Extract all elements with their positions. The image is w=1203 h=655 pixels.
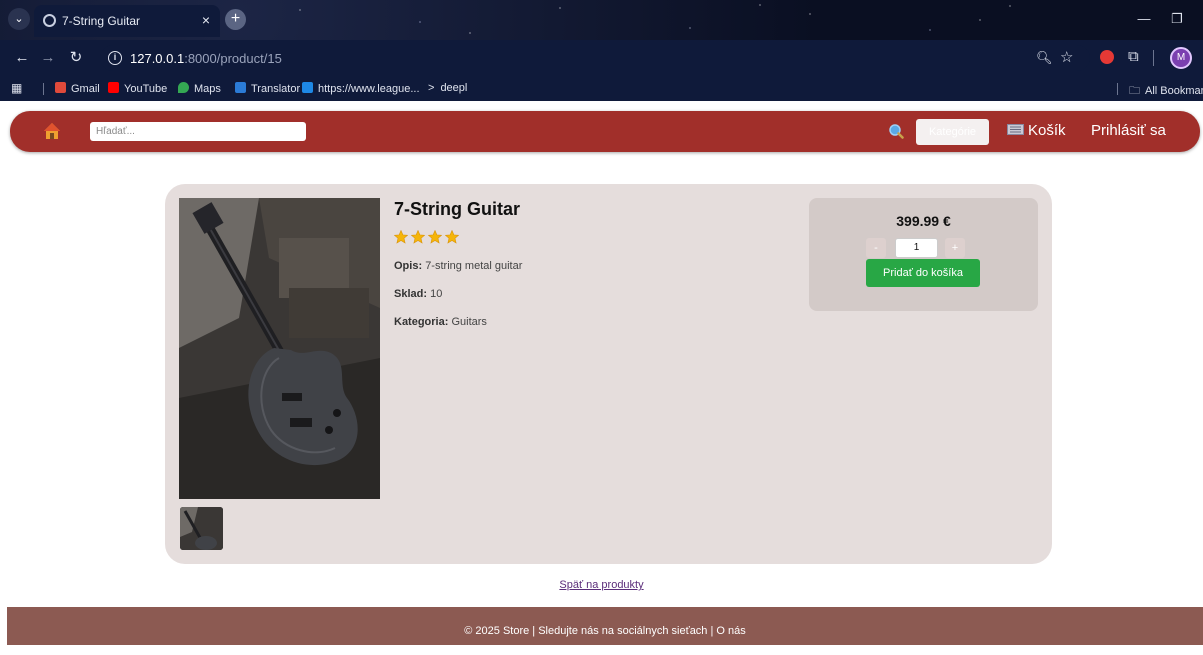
product-description: Opis: 7-string metal guitar [394,260,522,272]
add-to-cart-button[interactable]: Pridať do košíka [866,259,980,287]
product-stock: Sklad: 10 [394,288,442,300]
maps-pin-icon [178,82,189,93]
cart-link[interactable]: Košík [1007,122,1066,139]
quantity-input[interactable]: 1 [895,238,938,258]
bookmark-maps-label: Maps [194,83,221,95]
apps-grid-icon[interactable]: ▦ [11,81,22,95]
all-bookmarks-button[interactable]: 🗀 All Bookmar [1129,82,1203,101]
product-title: 7-String Guitar [394,199,521,219]
cart-label: Košík [1028,122,1066,139]
bookmark-translator[interactable]: Translator [235,82,300,95]
back-arrow-icon[interactable]: ← [12,48,32,68]
bookmark-deepl-label: deepl [440,82,468,94]
url-path: :8000/product/15 [184,51,282,66]
bookmark-deepl[interactable]: > deepl [428,82,467,94]
search-icon[interactable] [888,123,904,139]
description-label: Opis: [394,260,423,272]
bookmark-youtube-label: YouTube [124,83,168,95]
quantity-decrease-button[interactable]: - [866,238,886,258]
product-card: 7-String Guitar Opis: 7-string metal gui… [165,184,1052,564]
product-price: 399.99 € [896,213,951,229]
browser-chrome: ⌄ 7-String Guitar × + — ❐ ← → ↻ i 127.0.… [0,0,1203,101]
category-dropdown[interactable]: Kategórie [916,119,989,145]
bookmark-league-label: https://www.league... [318,83,420,95]
star-icon [394,230,408,244]
bookmark-gmail-label: Gmail [71,83,100,95]
window-restore-button[interactable]: ❐ [1163,6,1191,32]
window-minimize-button[interactable]: — [1130,6,1158,32]
back-to-products-label[interactable]: Späť na produkty [559,579,643,591]
reload-icon[interactable]: ↻ [66,48,86,68]
address-bar: ← → ↻ i 127.0.0.1:8000/product/15 🔍︎ ☆ ⧉… [0,40,1203,76]
forward-arrow-icon[interactable]: → [38,48,58,68]
bookmarks-bar: ▦ Gmail YouTube Maps Translator https://… [0,76,1203,101]
extension-icon[interactable] [1100,50,1114,64]
folder-icon: 🗀 [1129,85,1140,97]
stock-label: Sklad: [394,288,428,300]
product-main-image[interactable] [179,198,380,499]
site-header: Kategórie Košík Prihlásiť sa [10,111,1200,152]
url-field[interactable]: i 127.0.0.1:8000/product/15 [100,45,1090,71]
product-thumbnail[interactable] [180,507,223,550]
category-value: Guitars [451,316,487,328]
url-host: 127.0.0.1 [130,51,185,66]
bookmark-youtube[interactable]: YouTube [108,82,167,95]
quantity-increase-button[interactable]: + [945,238,965,258]
site-info-icon[interactable]: i [108,51,122,65]
tab-strip: ⌄ 7-String Guitar × + — ❐ [0,0,1203,40]
product-category: Kategoria: Guitars [394,316,487,328]
all-bookmarks-label: All Bookmar [1145,85,1203,97]
deepl-icon: > [428,82,435,94]
star-rating [394,230,462,249]
browser-tab-active[interactable]: 7-String Guitar × [34,5,220,37]
extensions-puzzle-icon[interactable]: ⧉ [1128,48,1139,65]
url-text: 127.0.0.1:8000/product/15 [130,51,282,66]
category-label: Kategoria: [394,316,449,328]
zoom-icon[interactable]: 🔍︎ [1036,50,1053,66]
profile-avatar[interactable]: M [1170,47,1192,69]
bookmark-league[interactable]: https://www.league... [302,82,420,95]
footer-text: © 2025 Store | Sledujte nás na sociálnyc… [464,625,746,637]
home-icon[interactable] [43,122,61,140]
gmail-icon [55,82,66,93]
bookmark-gmail[interactable]: Gmail [55,82,100,95]
guitar-photo [179,198,380,499]
tab-title: 7-String Guitar [62,14,141,28]
star-icon [445,230,459,244]
globe-icon [43,14,56,27]
guitar-thumbnail [180,507,223,550]
stock-value: 10 [430,288,443,300]
translator-icon [235,82,246,93]
youtube-icon [108,82,119,93]
search-input[interactable] [90,122,306,141]
site-footer: © 2025 Store | Sledujte nás na sociálnyc… [7,607,1203,645]
bookmarks-divider-right [1117,83,1118,95]
league-icon [302,82,313,93]
bookmarks-divider [43,83,44,95]
purchase-box: 399.99 € - 1 + Pridať do košíka [809,198,1038,311]
star-icon [428,230,442,244]
tab-close-button[interactable]: × [202,12,210,28]
bookmark-star-icon[interactable]: ☆ [1060,48,1073,66]
cart-icon [1007,124,1024,135]
back-to-products-link[interactable]: Späť na produkty [0,579,1203,591]
new-tab-button[interactable]: + [225,9,246,30]
star-icon [411,230,425,244]
bookmark-translator-label: Translator [251,83,301,95]
bookmark-maps[interactable]: Maps [178,82,221,95]
login-link[interactable]: Prihlásiť sa [1091,122,1166,139]
tab-search-button[interactable]: ⌄ [8,8,30,30]
toolbar-divider [1153,50,1154,66]
description-value: 7-string metal guitar [425,260,523,272]
